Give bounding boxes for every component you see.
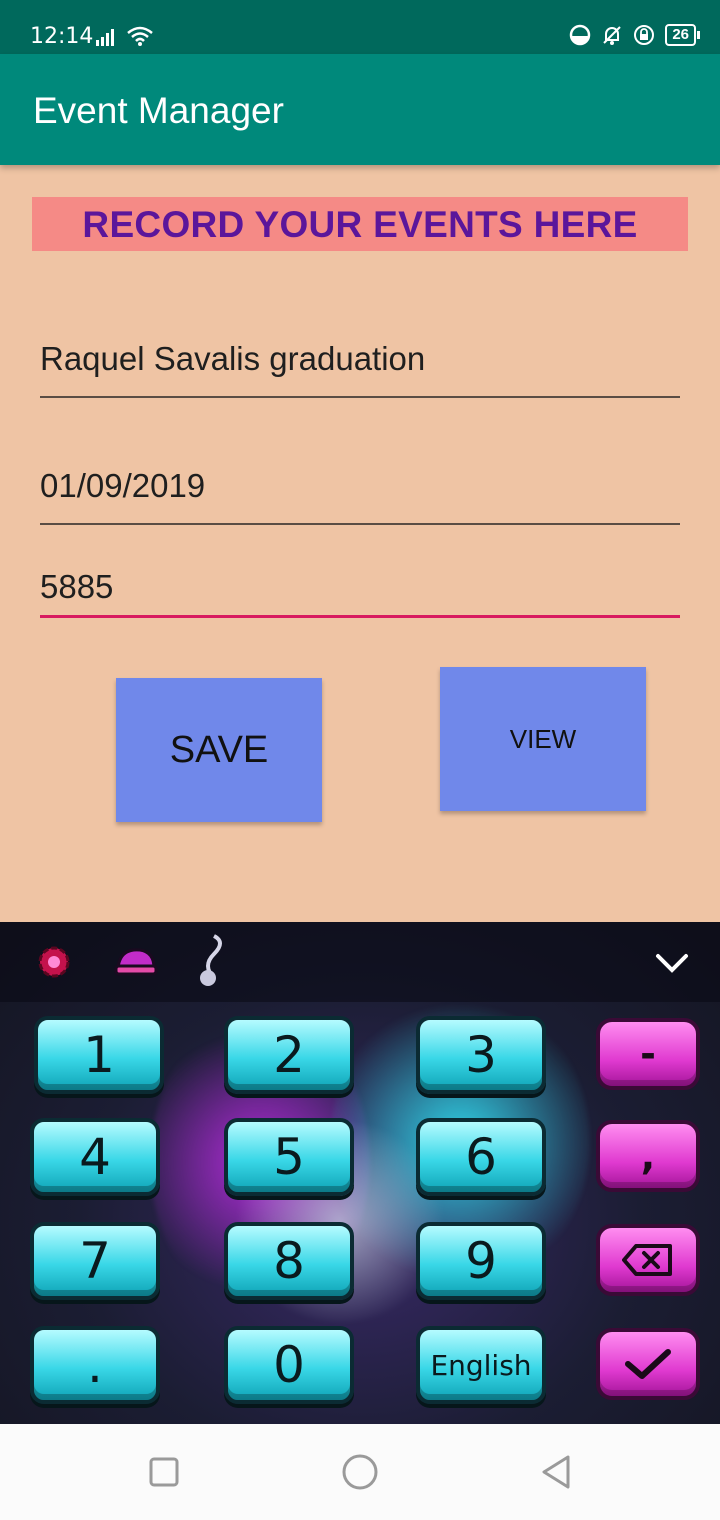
event-code-field-container (40, 558, 680, 618)
battery-icon: 26 (665, 24, 700, 46)
key-0[interactable]: 0 (224, 1326, 354, 1404)
event-date-field-container (40, 457, 680, 525)
key-8[interactable]: 8 (224, 1222, 354, 1300)
app-bar: Event Manager (0, 54, 720, 165)
event-date-field[interactable] (40, 457, 680, 505)
key-enter[interactable] (596, 1328, 700, 1400)
event-code-field[interactable] (40, 558, 680, 606)
status-bar: 12:14 26 (0, 0, 720, 54)
banner-text: RECORD YOUR EVENTS HERE (82, 204, 638, 245)
recent-apps-icon[interactable] (144, 1452, 184, 1492)
theme-cap-icon[interactable] (114, 940, 158, 984)
key-6[interactable]: 6 (416, 1118, 546, 1196)
key-9[interactable]: 9 (416, 1222, 546, 1300)
event-name-field[interactable] (40, 330, 680, 378)
key-3[interactable]: 3 (416, 1016, 546, 1094)
page-title: Event Manager (33, 90, 284, 131)
key-backspace[interactable] (596, 1224, 700, 1296)
view-button[interactable]: VIEW (440, 667, 646, 811)
vpn-lock-icon (634, 25, 655, 45)
wifi-icon (127, 26, 153, 46)
key-1[interactable]: 1 (34, 1016, 164, 1094)
music-note-icon (190, 934, 234, 986)
save-button[interactable]: SAVE (116, 678, 322, 822)
key-period[interactable]: . (30, 1326, 160, 1404)
key-7[interactable]: 7 (30, 1222, 160, 1300)
settings-gear-icon[interactable] (32, 940, 76, 984)
data-saver-icon (570, 24, 591, 46)
home-icon[interactable] (340, 1452, 380, 1492)
checkmark-icon (625, 1349, 671, 1379)
status-time: 12:14 (30, 24, 94, 49)
signal-icon (96, 29, 114, 46)
back-icon[interactable] (536, 1452, 576, 1492)
backspace-icon (622, 1244, 672, 1276)
key-language-english[interactable]: English (416, 1326, 546, 1404)
header-banner: RECORD YOUR EVENTS HERE (32, 197, 688, 251)
key-2[interactable]: 2 (224, 1016, 354, 1094)
chevron-down-icon[interactable] (652, 942, 692, 982)
key-comma[interactable]: , (596, 1120, 700, 1192)
keyboard: 1 2 3 4 5 6 7 8 9 . 0 English - , (0, 922, 720, 1424)
navigation-bar (0, 1424, 720, 1520)
key-5[interactable]: 5 (224, 1118, 354, 1196)
key-4[interactable]: 4 (30, 1118, 160, 1196)
keyboard-toolbar (0, 922, 720, 1002)
event-name-field-container (40, 330, 680, 398)
bell-off-icon (603, 26, 622, 45)
key-dash[interactable]: - (596, 1018, 700, 1090)
